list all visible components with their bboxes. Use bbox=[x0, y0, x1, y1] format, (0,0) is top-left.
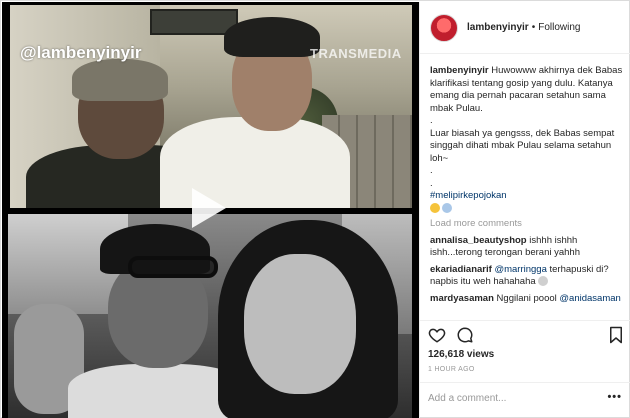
play-icon[interactable] bbox=[192, 188, 226, 228]
caption-dot-1: . bbox=[430, 115, 433, 126]
sunglasses bbox=[128, 256, 218, 278]
person-right-body bbox=[160, 117, 350, 208]
caption-username[interactable]: lambenyinyir bbox=[430, 65, 489, 76]
header-username[interactable]: lambenyinyir bbox=[467, 22, 529, 33]
video-bottom-panel bbox=[8, 214, 412, 418]
caption-emojis bbox=[430, 202, 623, 216]
person-right-cap bbox=[224, 17, 320, 57]
watermark-username: @lambenyinyir bbox=[20, 43, 142, 62]
bookmark-icon[interactable] bbox=[609, 326, 623, 344]
comment-bubble-icon[interactable] bbox=[456, 326, 474, 344]
action-bar bbox=[420, 320, 630, 348]
caption: lambenyinyir Huwowww akhirnya dek Babas … bbox=[430, 65, 623, 215]
post-sidebar: lambenyinyir • Following lambenyinyir Hu… bbox=[419, 2, 630, 418]
woman-face bbox=[244, 254, 356, 394]
post-header: lambenyinyir • Following bbox=[420, 2, 630, 54]
comment-mention[interactable]: @marringga bbox=[494, 264, 546, 275]
heart-icon[interactable] bbox=[428, 326, 446, 344]
add-comment-input[interactable] bbox=[428, 393, 608, 404]
caption-text-2: Luar biasah ya gengsss, dek Babas sempat… bbox=[430, 127, 615, 164]
video-media[interactable]: @lambenyinyir TRANSMEDIA bbox=[2, 2, 419, 418]
comment-username[interactable]: ekariadianarif bbox=[430, 264, 492, 275]
comment-item: mardyasaman Nggilani poool @anidasaman bbox=[430, 293, 623, 306]
person-left-cap bbox=[72, 59, 168, 101]
video-top-panel: @lambenyinyir TRANSMEDIA bbox=[10, 5, 412, 208]
comment-item: annalisa_beautyshop ishhh ishhh ishh...t… bbox=[430, 235, 623, 260]
emoji-icon bbox=[442, 202, 452, 213]
timestamp[interactable]: 1 HOUR AGO bbox=[428, 366, 475, 373]
add-comment-area bbox=[420, 382, 630, 418]
eyes-emoji-icon bbox=[538, 276, 549, 287]
post-frame: @lambenyinyir TRANSMEDIA lambenyinyir • … bbox=[0, 0, 630, 418]
caption-dot-3: . bbox=[430, 177, 433, 189]
caption-hashtag[interactable]: #melipirkepojokan bbox=[430, 190, 623, 203]
emoji-icon bbox=[430, 202, 440, 213]
avatar[interactable] bbox=[430, 13, 458, 42]
comment-username[interactable]: annalisa_beautyshop bbox=[430, 235, 527, 246]
comment-username[interactable]: mardyasaman bbox=[430, 293, 494, 304]
following-button[interactable]: Following bbox=[538, 22, 580, 33]
view-count[interactable]: 126,618 views bbox=[428, 349, 494, 360]
comment-text: Nggilani poool bbox=[496, 292, 557, 304]
channel-logo: TRANSMEDIA bbox=[310, 46, 402, 61]
comment-mention[interactable]: @anidasaman bbox=[559, 293, 620, 304]
header-separator: • bbox=[531, 22, 536, 33]
load-more-comments[interactable]: Load more comments bbox=[430, 218, 623, 231]
comment-item: ekariadianarif @marringga terhapuski di?… bbox=[430, 264, 623, 289]
more-options-button[interactable]: ••• bbox=[607, 391, 622, 403]
comments-list: lambenyinyir Huwowww akhirnya dek Babas … bbox=[420, 55, 630, 320]
caption-dot-2: . bbox=[430, 165, 433, 176]
